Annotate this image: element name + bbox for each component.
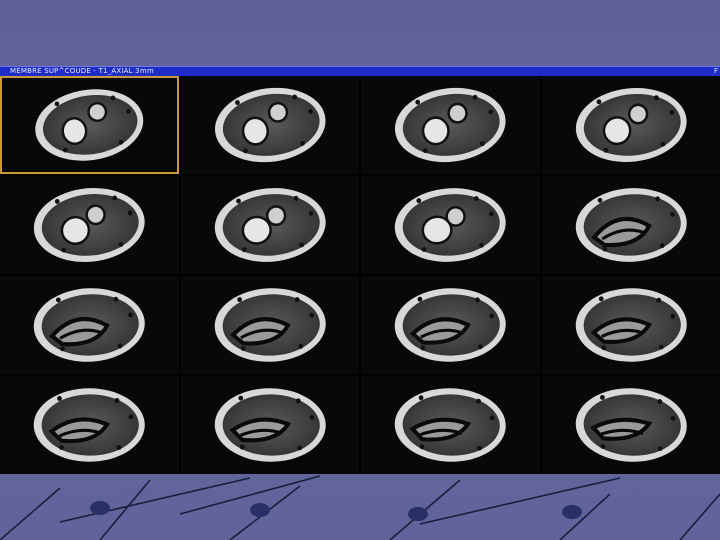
slice-thumbnail[interactable] (541, 76, 720, 174)
mri-axial-slice-image (575, 288, 687, 362)
mri-axial-slice-image (394, 388, 506, 462)
slice-thumbnail[interactable] (180, 76, 359, 174)
mri-axial-slice-image (575, 87, 687, 163)
mri-axial-slice-image (214, 388, 326, 462)
viewer-title-bar: MEMBRE SUP^COUDE - T1_AXIAL 3mm F (0, 66, 720, 76)
orientation-marker: F (713, 67, 718, 75)
slice-thumbnail[interactable] (361, 176, 540, 274)
slice-thumbnail[interactable] (361, 376, 540, 474)
mri-axial-slice-image (394, 87, 506, 163)
mri-axial-slice-image (214, 188, 326, 262)
slice-thumbnail[interactable] (180, 376, 359, 474)
slice-thumbnail[interactable] (0, 276, 179, 374)
mri-axial-slice-image (394, 188, 506, 262)
mri-axial-slice-image (214, 288, 326, 362)
slice-thumbnail[interactable] (541, 376, 720, 474)
slice-thumbnail[interactable] (0, 76, 179, 174)
mri-axial-slice-image (33, 188, 145, 262)
slice-thumbnail[interactable] (361, 76, 540, 174)
slice-thumbnail[interactable] (0, 176, 179, 274)
slice-grid (0, 76, 720, 474)
mri-axial-slice-image (33, 388, 145, 462)
mri-axial-slice-image (35, 89, 144, 161)
mri-axial-slice-image (33, 288, 145, 362)
dicom-viewer: MEMBRE SUP^COUDE - T1_AXIAL 3mm F (0, 66, 720, 474)
slice-thumbnail[interactable] (180, 276, 359, 374)
mri-axial-slice-image (394, 288, 506, 362)
mri-axial-slice-image (575, 188, 687, 262)
series-title: MEMBRE SUP^COUDE - T1_AXIAL 3mm (10, 67, 154, 75)
slice-thumbnail[interactable] (541, 276, 720, 374)
slide-decoration (0, 475, 720, 540)
slice-thumbnail[interactable] (361, 276, 540, 374)
mri-axial-slice-image (575, 388, 687, 462)
slice-thumbnail[interactable] (0, 376, 179, 474)
mri-axial-slice-image (214, 87, 326, 163)
slice-thumbnail[interactable] (541, 176, 720, 274)
slice-thumbnail[interactable] (180, 176, 359, 274)
